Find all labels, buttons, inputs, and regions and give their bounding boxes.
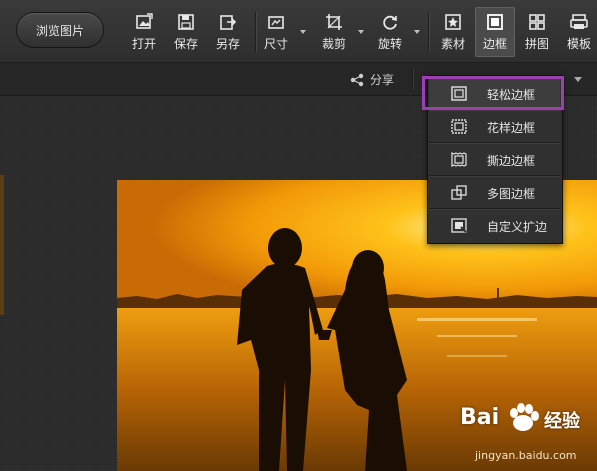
frame-label: 边框 bbox=[482, 37, 507, 51]
resize-label: 尺寸 bbox=[263, 37, 288, 51]
watermark-brand: Bai bbox=[460, 405, 500, 430]
collage-label: 拼图 bbox=[524, 37, 549, 51]
resize-dropdown-caret[interactable] bbox=[300, 30, 306, 34]
pattern-frame-icon bbox=[451, 119, 467, 134]
main-toolbar: 浏览图片 打开 保存 另存 尺寸 裁剪 旋转 素材 边框 拼图 模板 bbox=[0, 0, 597, 63]
menu-divider bbox=[429, 142, 560, 143]
save-as-label: 另存 bbox=[215, 37, 240, 51]
multi-frame-icon bbox=[451, 185, 467, 200]
save-button[interactable]: 保存 bbox=[168, 10, 204, 56]
rotate-icon bbox=[383, 15, 397, 30]
frame-button[interactable]: 边框 bbox=[475, 7, 515, 57]
menu-item-pattern-frame[interactable]: 花样边框 bbox=[429, 111, 560, 141]
menu-item-torn-frame[interactable]: 撕边边框 bbox=[429, 144, 560, 174]
menu-item-custom-extend[interactable]: 自定义扩边 bbox=[429, 210, 560, 240]
sticker-icon bbox=[445, 14, 461, 30]
frame-icon bbox=[487, 14, 503, 30]
template-button[interactable]: 模板 bbox=[561, 10, 597, 56]
open-label: 打开 bbox=[131, 37, 156, 51]
collage-icon bbox=[529, 14, 545, 30]
baidu-watermark: Bai 经验 bbox=[460, 403, 597, 441]
sticker-label: 素材 bbox=[440, 37, 465, 51]
watermark-suffix: 经验 bbox=[544, 411, 580, 432]
torn-frame-icon bbox=[451, 152, 467, 167]
resize-icon bbox=[268, 16, 284, 29]
share-label: 分享 bbox=[370, 73, 395, 87]
menu-item-label: 自定义扩边 bbox=[487, 220, 548, 234]
baidu-paw-icon bbox=[510, 403, 539, 431]
highlight-annotation-box bbox=[422, 76, 564, 110]
share-icon bbox=[350, 73, 364, 86]
template-icon bbox=[570, 14, 588, 29]
save-as-icon bbox=[220, 15, 237, 30]
menu-item-label: 多图边框 bbox=[487, 187, 536, 201]
crop-label: 裁剪 bbox=[321, 37, 346, 51]
open-image-icon bbox=[136, 13, 153, 29]
subbar-dropdown-caret[interactable] bbox=[574, 77, 582, 82]
watermark-url: jingyan.baidu.com bbox=[475, 449, 577, 462]
crop-dropdown-caret[interactable] bbox=[358, 30, 364, 34]
subbar-separator bbox=[412, 69, 413, 89]
rotate-dropdown-caret[interactable] bbox=[414, 30, 420, 34]
menu-item-label: 撕边边框 bbox=[487, 154, 536, 168]
browse-images-button[interactable]: 浏览图片 bbox=[16, 12, 104, 48]
sticker-button[interactable]: 素材 bbox=[435, 10, 471, 56]
previous-image-edge bbox=[0, 175, 4, 315]
rotate-label: 旋转 bbox=[377, 37, 402, 51]
menu-divider bbox=[429, 208, 560, 209]
custom-extend-icon bbox=[451, 218, 467, 233]
open-button[interactable]: 打开 bbox=[126, 10, 162, 56]
menu-divider bbox=[429, 175, 560, 176]
toolbar-separator bbox=[255, 12, 256, 52]
menu-item-label: 花样边框 bbox=[487, 121, 536, 135]
save-icon bbox=[178, 14, 194, 30]
menu-item-multi-frame[interactable]: 多图边框 bbox=[429, 177, 560, 207]
crop-button[interactable]: 裁剪 bbox=[316, 10, 352, 56]
rotate-button[interactable]: 旋转 bbox=[372, 10, 408, 56]
collage-button[interactable]: 拼图 bbox=[519, 10, 555, 56]
save-as-button[interactable]: 另存 bbox=[210, 10, 246, 56]
resize-button[interactable]: 尺寸 bbox=[258, 10, 294, 56]
crop-icon bbox=[326, 14, 342, 30]
share-button[interactable]: 分享 bbox=[350, 71, 394, 88]
template-label: 模板 bbox=[566, 37, 591, 51]
save-label: 保存 bbox=[173, 37, 198, 51]
toolbar-separator bbox=[428, 12, 429, 52]
